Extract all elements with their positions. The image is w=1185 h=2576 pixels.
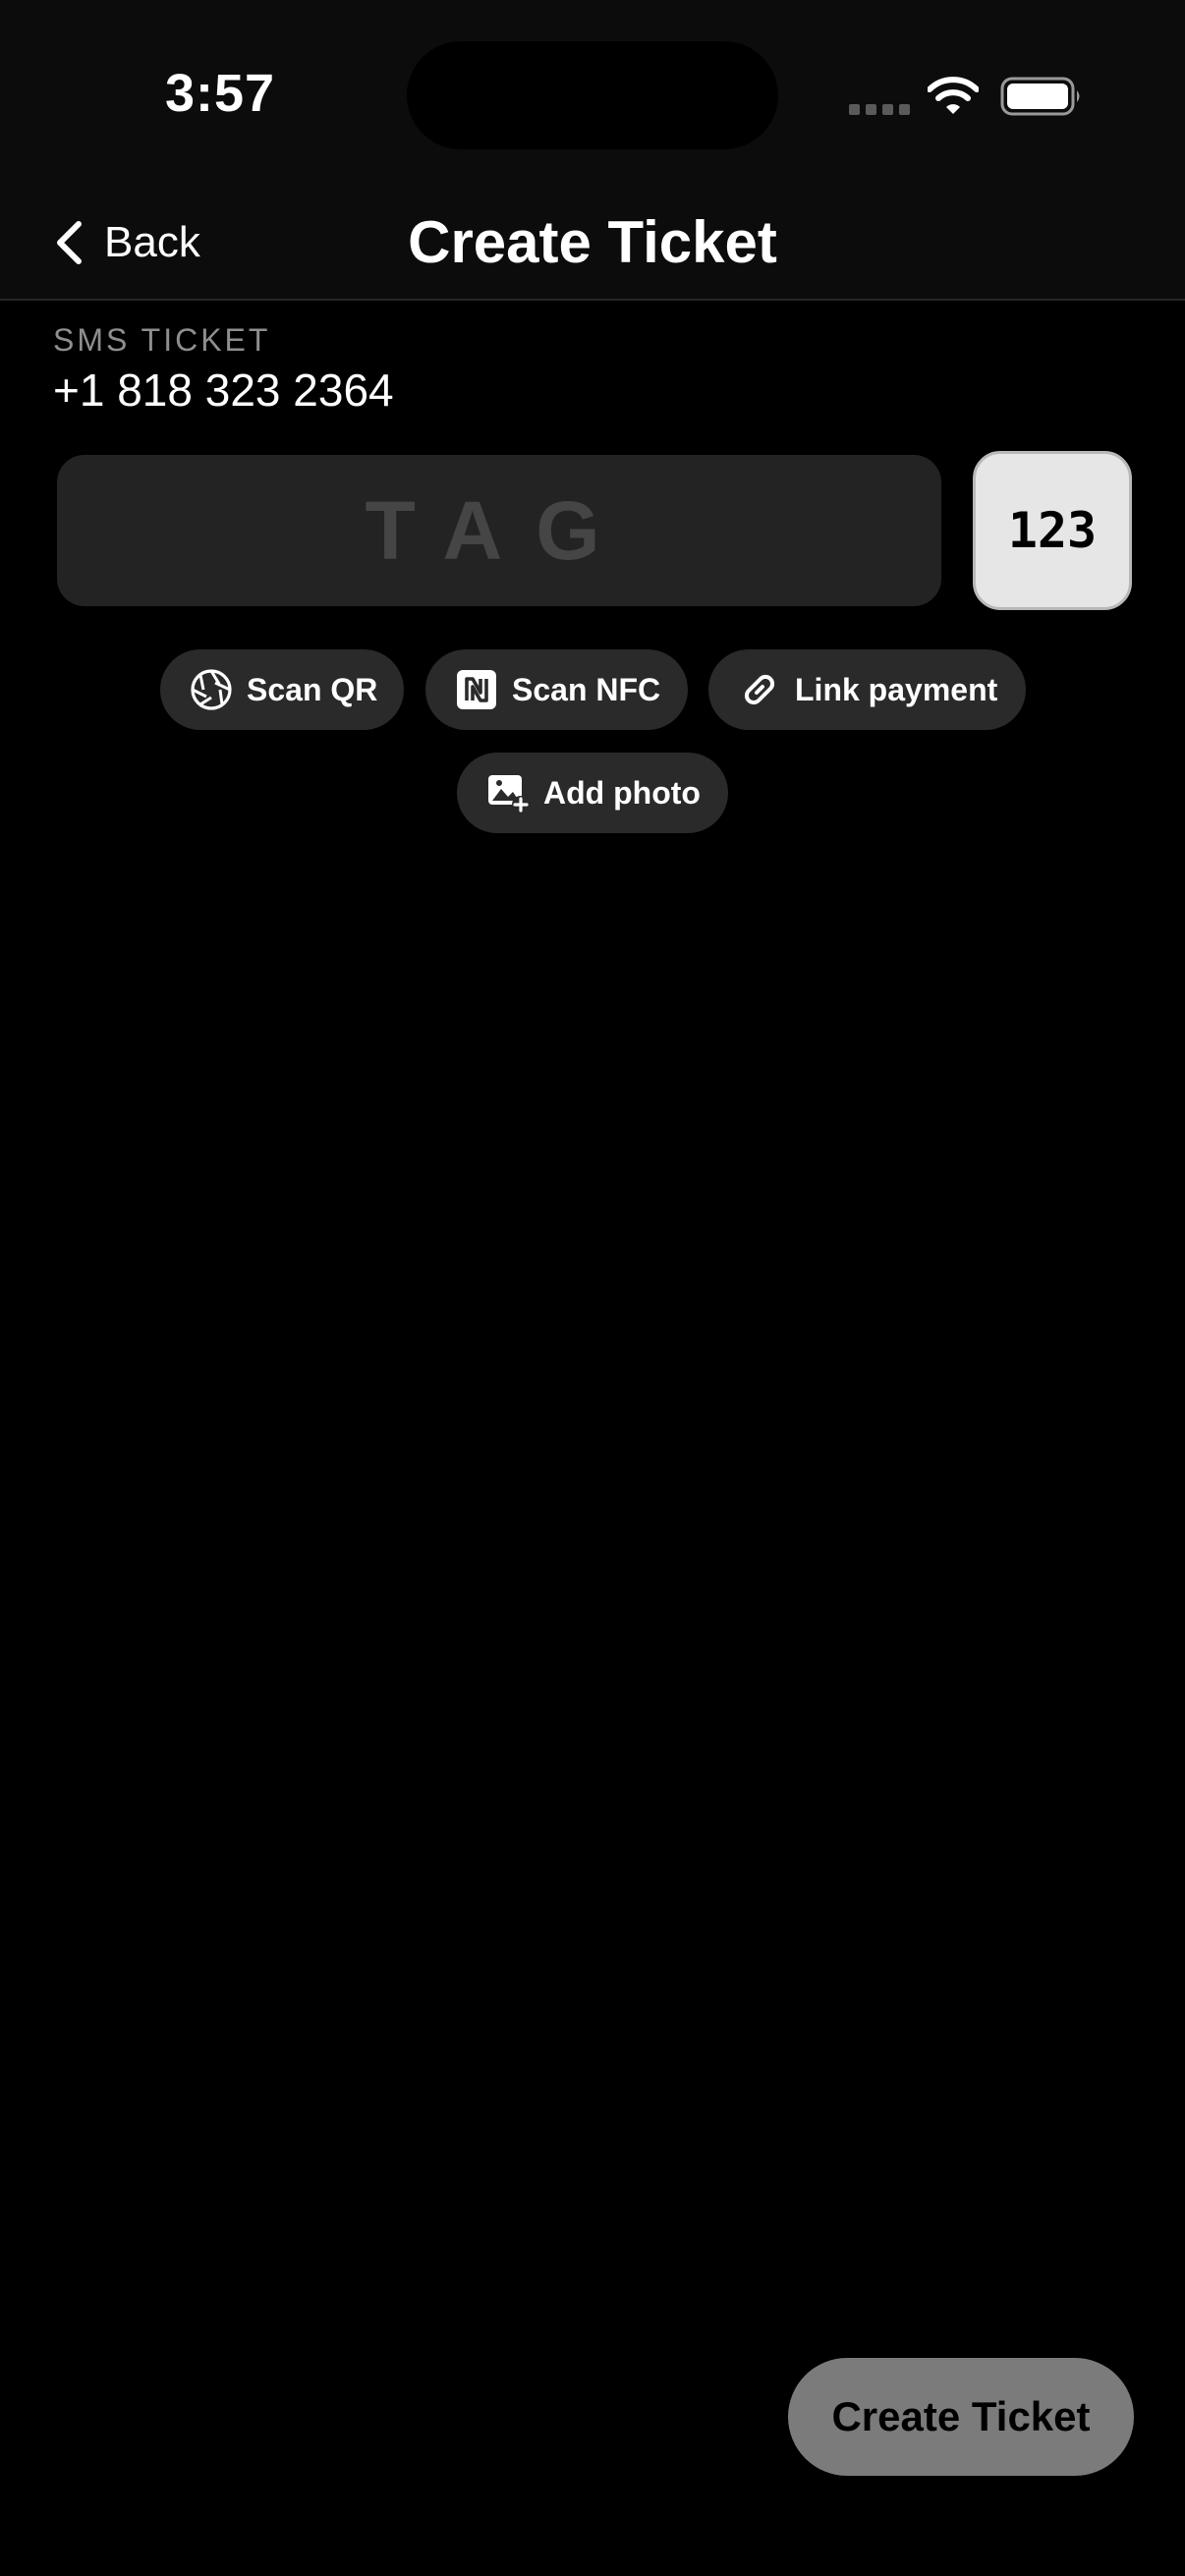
- battery-icon: [1000, 77, 1080, 116]
- dynamic-island: [407, 41, 778, 149]
- page-title: Create Ticket: [408, 209, 777, 275]
- phone-number: +1 818 323 2364: [53, 364, 394, 416]
- signal-icon: [849, 104, 910, 115]
- create-ticket-button[interactable]: Create Ticket: [788, 2358, 1134, 2476]
- tag-input[interactable]: [57, 455, 941, 606]
- status-time: 3:57: [165, 64, 276, 123]
- scan-nfc-label: Scan NFC: [512, 671, 661, 707]
- nfc-icon: [457, 670, 496, 709]
- aperture-icon: [191, 669, 232, 710]
- numeric-keypad-toggle[interactable]: 123: [973, 451, 1132, 610]
- link-payment-label: Link payment: [795, 671, 998, 707]
- scan-qr-label: Scan QR: [247, 671, 378, 707]
- navigation-bar: Back Create Ticket: [0, 187, 1185, 301]
- add-photo-label: Add photo: [543, 774, 701, 811]
- status-bar: 3:57: [0, 0, 1185, 187]
- scan-qr-button[interactable]: Scan QR: [160, 649, 404, 730]
- scan-nfc-button[interactable]: Scan NFC: [425, 649, 688, 730]
- link-icon: [744, 674, 775, 705]
- wifi-icon: [928, 77, 979, 114]
- ticket-type-label: SMS TICKET: [53, 322, 271, 358]
- link-payment-button[interactable]: Link payment: [708, 649, 1026, 730]
- add-photo-button[interactable]: Add photo: [457, 753, 728, 833]
- add-photo-icon: [488, 775, 530, 813]
